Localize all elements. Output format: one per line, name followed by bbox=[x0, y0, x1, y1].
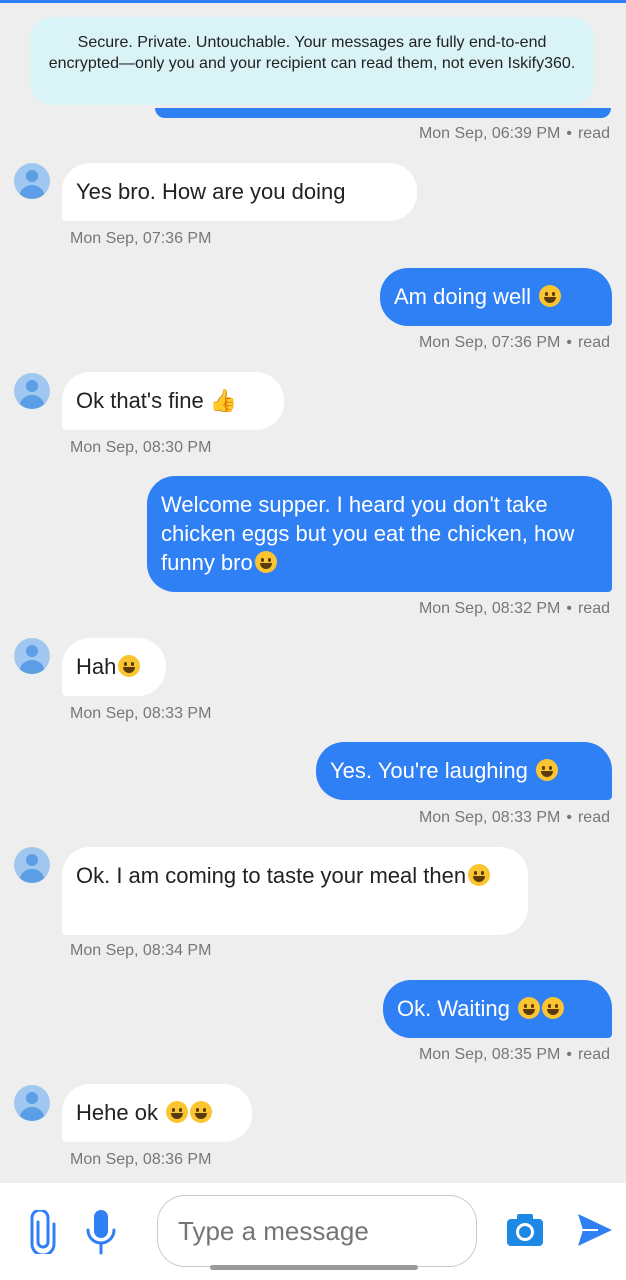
avatar[interactable] bbox=[14, 1085, 50, 1121]
message-text: Ok. I am coming to taste your meal then bbox=[76, 863, 467, 888]
smile-emoji-icon bbox=[539, 285, 562, 307]
home-indicator bbox=[210, 1265, 418, 1270]
grinning-emoji-icon bbox=[190, 1101, 213, 1123]
message-bubble-incoming[interactable]: Ok. I am coming to taste your meal then bbox=[62, 847, 528, 935]
avatar[interactable] bbox=[14, 163, 50, 199]
message-text: Welcome supper. I heard you don't take c… bbox=[161, 492, 575, 575]
message-bubble-outgoing[interactable]: Welcome supper. I heard you don't take c… bbox=[147, 476, 612, 592]
avatar[interactable] bbox=[14, 847, 50, 883]
message-text: Yes. You're laughing bbox=[330, 758, 528, 783]
message-bubble-incoming[interactable]: Hehe ok bbox=[62, 1084, 252, 1142]
message-time: Mon Sep, 08:33 PM bbox=[418, 809, 561, 826]
read-status: read bbox=[577, 809, 610, 826]
message-time: Mon Sep, 08:32 PM bbox=[418, 600, 561, 617]
message-text: Hah bbox=[76, 654, 117, 679]
read-status: read bbox=[577, 600, 610, 617]
send-icon[interactable] bbox=[576, 1212, 614, 1248]
avatar[interactable] bbox=[14, 638, 50, 674]
message-text: Am doing well bbox=[394, 284, 531, 309]
message-time: Mon Sep, 08:33 PM bbox=[70, 705, 212, 722]
avatar[interactable] bbox=[14, 373, 50, 409]
camera-icon[interactable] bbox=[506, 1213, 544, 1247]
message-time: Mon Sep, 08:34 PM bbox=[70, 942, 212, 959]
rofl-emoji-icon bbox=[536, 759, 559, 781]
outgoing-bubble-partial bbox=[155, 108, 611, 118]
read-status: read bbox=[577, 1046, 610, 1063]
message-time: Mon Sep, 07:36 PM bbox=[418, 334, 561, 351]
message-text: Ok. Waiting bbox=[397, 996, 510, 1021]
message-input[interactable] bbox=[157, 1195, 477, 1267]
read-status: read bbox=[577, 334, 610, 351]
message-bubble-incoming[interactable]: Yes bro. How are you doing bbox=[62, 163, 417, 221]
message-time: Mon Sep, 08:36 PM bbox=[70, 1151, 212, 1168]
message-meta: Mon Sep, 07:36 PM • read bbox=[418, 334, 610, 351]
tears-of-joy-emoji-icon bbox=[254, 551, 277, 573]
thumbs-up-emoji-icon: 👍 bbox=[209, 388, 238, 413]
paperclip-icon[interactable] bbox=[30, 1210, 56, 1254]
tears-of-joy-emoji-icon bbox=[468, 864, 491, 886]
encryption-banner: Secure. Private. Untouchable. Your messa… bbox=[30, 17, 594, 105]
message-time: Mon Sep, 08:30 PM bbox=[70, 439, 212, 456]
tears-of-joy-emoji-icon bbox=[166, 1101, 189, 1123]
message-bubble-outgoing[interactable]: Am doing well bbox=[380, 268, 612, 326]
message-text: Hehe ok bbox=[76, 1100, 158, 1125]
microphone-icon[interactable] bbox=[84, 1208, 118, 1256]
message-meta: Mon Sep, 08:35 PM • read bbox=[418, 1046, 610, 1063]
message-bubble-incoming[interactable]: Ok that's fine 👍 bbox=[62, 372, 284, 430]
message-text: Yes bro. How are you doing bbox=[76, 179, 346, 204]
message-bubble-outgoing[interactable]: Yes. You're laughing bbox=[316, 742, 612, 800]
tears-of-joy-emoji-icon bbox=[118, 655, 141, 677]
message-bubble-outgoing[interactable]: Ok. Waiting bbox=[383, 980, 612, 1038]
message-list[interactable]: Secure. Private. Untouchable. Your messa… bbox=[0, 3, 626, 1183]
message-meta: Mon Sep, 06:39 PM • read bbox=[418, 125, 610, 142]
message-meta: Mon Sep, 08:33 PM • read bbox=[418, 809, 610, 826]
rofl-emoji-icon bbox=[518, 997, 541, 1019]
message-text: Ok that's fine bbox=[76, 388, 204, 413]
message-time: Mon Sep, 07:36 PM bbox=[70, 230, 212, 247]
read-status: read bbox=[577, 125, 610, 142]
tears-of-joy-emoji-icon bbox=[542, 997, 565, 1019]
message-time: Mon Sep, 08:35 PM bbox=[418, 1046, 561, 1063]
message-time: Mon Sep, 06:39 PM bbox=[418, 125, 561, 142]
message-bubble-incoming[interactable]: Hah bbox=[62, 638, 166, 696]
message-meta: Mon Sep, 08:32 PM • read bbox=[418, 600, 610, 617]
